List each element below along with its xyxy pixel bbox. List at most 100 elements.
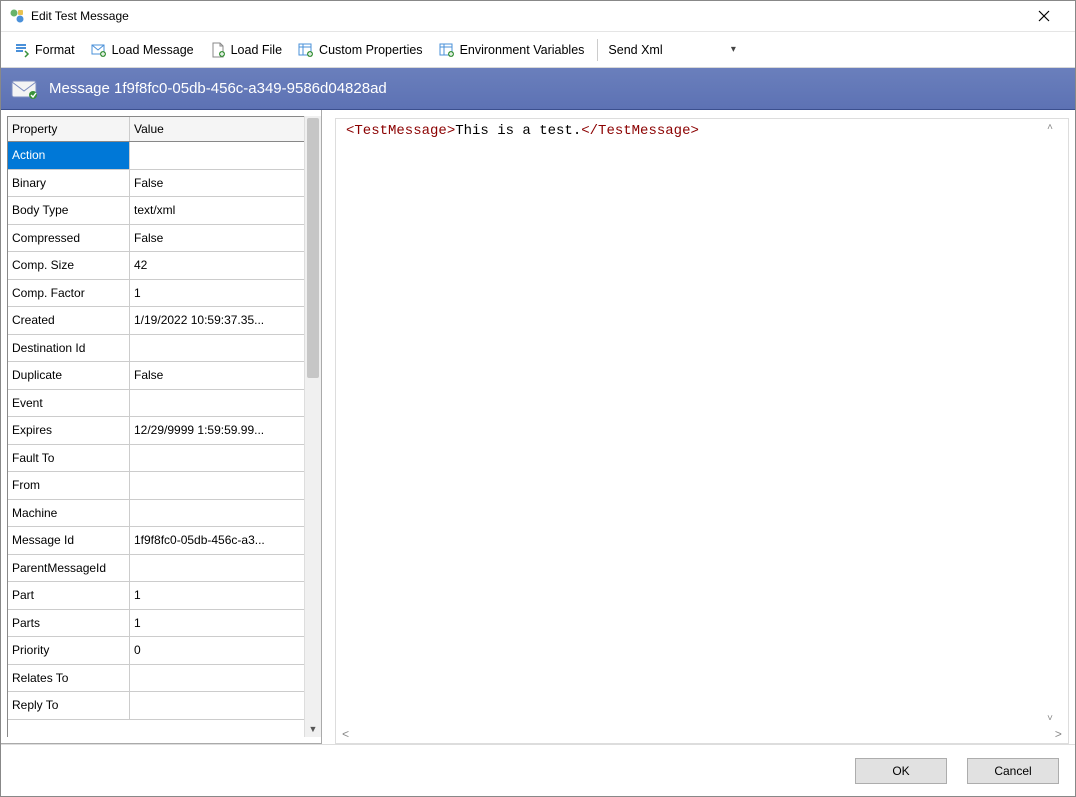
toolbar: Format Load Message Load File Custom Pro… xyxy=(1,32,1075,68)
ok-button[interactable]: OK xyxy=(855,758,947,784)
property-cell[interactable]: Destination Id xyxy=(8,335,130,362)
property-cell[interactable]: Part xyxy=(8,582,130,609)
property-cell[interactable]: Binary xyxy=(8,170,130,197)
header-value[interactable]: Value xyxy=(130,117,304,141)
property-cell[interactable]: ParentMessageId xyxy=(8,555,130,582)
table-row[interactable]: Event xyxy=(8,390,304,418)
table-row[interactable]: Priority0 xyxy=(8,637,304,665)
custom-properties-icon xyxy=(298,42,314,58)
xml-open-tag: <TestMessage> xyxy=(346,123,455,139)
load-file-button[interactable]: Load File xyxy=(203,38,289,62)
value-cell[interactable]: text/xml xyxy=(130,197,304,224)
value-cell[interactable]: 12/29/9999 1:59:59.99... xyxy=(130,417,304,444)
value-cell[interactable] xyxy=(130,500,304,527)
close-button[interactable] xyxy=(1021,1,1067,31)
property-cell[interactable]: Created xyxy=(8,307,130,334)
message-title: Message 1f9f8fc0-05db-456c-a349-9586d048… xyxy=(49,80,387,97)
send-xml-dropdown[interactable]: Send Xml ▾ xyxy=(604,39,744,61)
value-cell[interactable]: 1 xyxy=(130,610,304,637)
custom-properties-button[interactable]: Custom Properties xyxy=(291,38,430,62)
table-row[interactable]: Created1/19/2022 10:59:37.35... xyxy=(8,307,304,335)
value-cell[interactable]: False xyxy=(130,362,304,389)
properties-scrollbar[interactable]: ▲ ▼ xyxy=(304,116,321,737)
table-row[interactable]: Machine xyxy=(8,500,304,528)
env-vars-label: Environment Variables xyxy=(460,43,585,57)
property-cell[interactable]: Parts xyxy=(8,610,130,637)
table-row[interactable]: Expires12/29/9999 1:59:59.99... xyxy=(8,417,304,445)
table-row[interactable]: Message Id1f9f8fc0-05db-456c-a3... xyxy=(8,527,304,555)
table-row[interactable]: Comp. Factor1 xyxy=(8,280,304,308)
property-cell[interactable]: Duplicate xyxy=(8,362,130,389)
table-row[interactable]: Part1 xyxy=(8,582,304,610)
property-cell[interactable]: Machine xyxy=(8,500,130,527)
value-cell[interactable]: 0 xyxy=(130,637,304,664)
table-row[interactable]: Reply To xyxy=(8,692,304,720)
content-area: Property Value ActionBinaryFalseBody Typ… xyxy=(1,110,1075,744)
property-cell[interactable]: Relates To xyxy=(8,665,130,692)
table-row[interactable]: Fault To xyxy=(8,445,304,473)
env-vars-button[interactable]: Environment Variables xyxy=(432,38,592,62)
format-label: Format xyxy=(35,43,75,57)
editor-vertical-scroll[interactable]: ˄˅ xyxy=(1047,123,1064,725)
table-row[interactable]: CompressedFalse xyxy=(8,225,304,253)
grid-header: Property Value xyxy=(8,117,304,142)
window-title: Edit Test Message xyxy=(31,9,1021,23)
table-row[interactable]: BinaryFalse xyxy=(8,170,304,198)
window: Edit Test Message Format Load Message Lo… xyxy=(0,0,1076,797)
property-cell[interactable]: Body Type xyxy=(8,197,130,224)
table-row[interactable]: Body Typetext/xml xyxy=(8,197,304,225)
envelope-icon xyxy=(11,78,39,100)
property-cell[interactable]: Expires xyxy=(8,417,130,444)
value-cell[interactable]: False xyxy=(130,170,304,197)
properties-grid[interactable]: Property Value ActionBinaryFalseBody Typ… xyxy=(7,116,304,737)
value-cell[interactable] xyxy=(130,335,304,362)
cancel-button[interactable]: Cancel xyxy=(967,758,1059,784)
toolbar-separator xyxy=(597,39,598,61)
value-cell[interactable]: 1 xyxy=(130,582,304,609)
value-cell[interactable] xyxy=(130,142,304,169)
table-row[interactable]: Relates To xyxy=(8,665,304,693)
table-row[interactable]: DuplicateFalse xyxy=(8,362,304,390)
send-xml-label: Send Xml xyxy=(608,43,662,57)
xml-editor[interactable]: <TestMessage>This is a test.</TestMessag… xyxy=(335,118,1069,744)
value-cell[interactable] xyxy=(130,665,304,692)
property-cell[interactable]: Comp. Factor xyxy=(8,280,130,307)
property-cell[interactable]: Reply To xyxy=(8,692,130,719)
value-cell[interactable] xyxy=(130,472,304,499)
property-cell[interactable]: Priority xyxy=(8,637,130,664)
value-cell[interactable]: False xyxy=(130,225,304,252)
property-cell[interactable]: Compressed xyxy=(8,225,130,252)
scroll-down-icon[interactable]: ▼ xyxy=(305,720,321,737)
property-cell[interactable]: From xyxy=(8,472,130,499)
scroll-thumb[interactable] xyxy=(307,118,319,378)
property-cell[interactable]: Event xyxy=(8,390,130,417)
value-cell[interactable]: 1 xyxy=(130,280,304,307)
value-cell[interactable]: 1f9f8fc0-05db-456c-a3... xyxy=(130,527,304,554)
table-row[interactable]: From xyxy=(8,472,304,500)
value-cell[interactable] xyxy=(130,390,304,417)
property-cell[interactable]: Comp. Size xyxy=(8,252,130,279)
dialog-footer: OK Cancel xyxy=(1,744,1075,796)
property-cell[interactable]: Action xyxy=(8,142,130,169)
format-button[interactable]: Format xyxy=(7,38,82,62)
value-cell[interactable]: 1/19/2022 10:59:37.35... xyxy=(130,307,304,334)
load-file-icon xyxy=(210,42,226,58)
value-cell[interactable] xyxy=(130,692,304,719)
table-row[interactable]: Comp. Size42 xyxy=(8,252,304,280)
editor-horizontal-scroll[interactable]: <> xyxy=(336,726,1068,743)
value-cell[interactable]: 42 xyxy=(130,252,304,279)
property-cell[interactable]: Fault To xyxy=(8,445,130,472)
load-message-icon xyxy=(91,42,107,58)
header-property[interactable]: Property xyxy=(8,117,130,141)
table-row[interactable]: Parts1 xyxy=(8,610,304,638)
value-cell[interactable] xyxy=(130,445,304,472)
property-cell[interactable]: Message Id xyxy=(8,527,130,554)
load-file-label: Load File xyxy=(231,43,282,57)
env-vars-icon xyxy=(439,42,455,58)
value-cell[interactable] xyxy=(130,555,304,582)
chevron-down-icon: ▾ xyxy=(728,44,738,55)
load-message-button[interactable]: Load Message xyxy=(84,38,201,62)
table-row[interactable]: ParentMessageId xyxy=(8,555,304,583)
table-row[interactable]: Destination Id xyxy=(8,335,304,363)
table-row[interactable]: Action xyxy=(8,142,304,170)
